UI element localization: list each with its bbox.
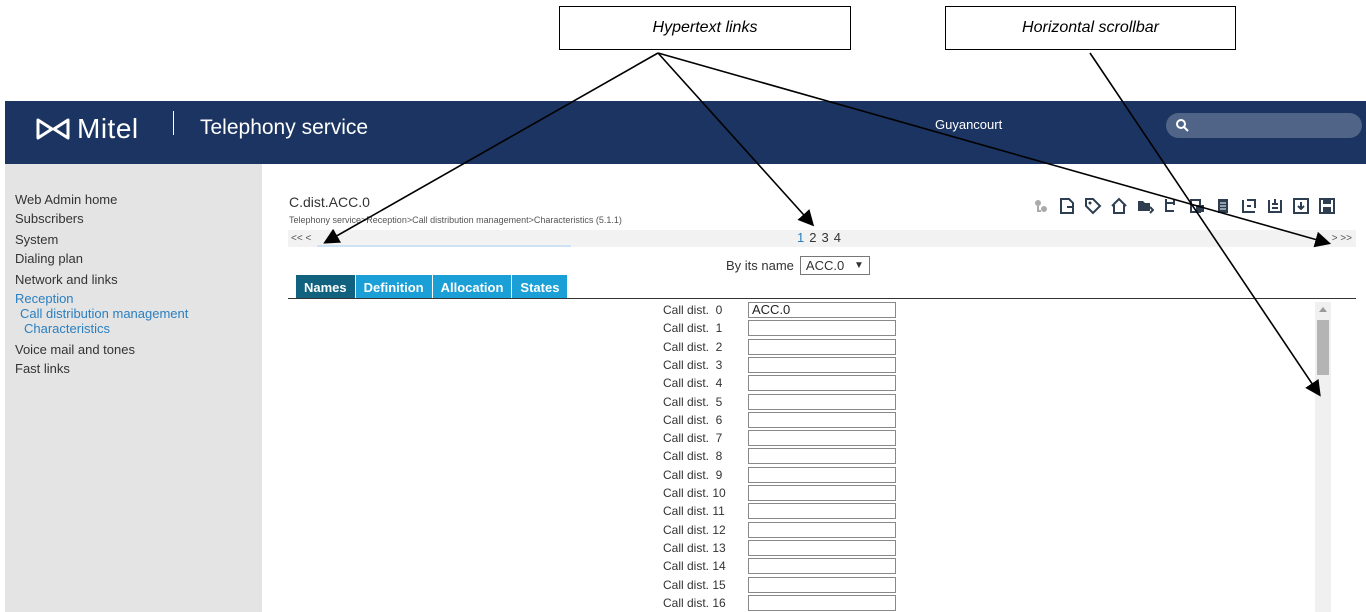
name-input[interactable] [748, 558, 896, 575]
page-link-1[interactable]: 1 [797, 230, 804, 245]
tab-divider [288, 298, 1356, 299]
row-label: Call dist. 9 [663, 467, 723, 482]
row-label: Call dist. 5 [663, 394, 723, 409]
sidebar-item-characteristics[interactable]: Characteristics [24, 321, 110, 336]
download-icon[interactable] [1288, 196, 1314, 216]
row-label: Call dist. 6 [663, 412, 723, 427]
folder-icon[interactable] [1132, 196, 1158, 216]
row-label: Call dist. 14 [663, 559, 726, 574]
tab-bar: Names Definition Allocation States [296, 275, 569, 299]
sidebar-item-call-distribution-management[interactable]: Call distribution management [20, 306, 188, 321]
row-label: Call dist. 13 [663, 540, 726, 555]
save-icon[interactable] [1314, 196, 1340, 216]
swap-icon[interactable] [1236, 196, 1262, 216]
sidebar-item-reception[interactable]: Reception [15, 291, 74, 306]
row-label: Call dist. 16 [663, 595, 726, 610]
page-link-2[interactable]: 2 [809, 230, 816, 245]
breadcrumb[interactable]: Telephony service>Reception>Call distrib… [289, 215, 622, 225]
filter-by-name: By its name ACC.0 ▼ [726, 256, 870, 275]
row-label: Call dist. 12 [663, 522, 726, 537]
annotation-horizontal-scrollbar: Horizontal scrollbar [945, 6, 1236, 50]
name-input[interactable] [748, 356, 896, 373]
chevron-down-icon: ▼ [854, 260, 864, 271]
row-label: Call dist. 2 [663, 339, 723, 354]
tab-names[interactable]: Names [296, 275, 356, 299]
filter-label: By its name [726, 258, 794, 273]
name-input[interactable] [748, 375, 896, 392]
tab-states[interactable]: States [512, 275, 569, 299]
print-icon[interactable] [1184, 196, 1210, 216]
app-header: Mitel Telephony service Guyancourt [5, 101, 1366, 164]
annotation-label: Hypertext links [652, 19, 758, 36]
annotation-hypertext-links: Hypertext links [559, 6, 851, 50]
brand-name: Mitel [77, 113, 139, 144]
name-input[interactable] [748, 576, 896, 593]
name-input[interactable] [748, 485, 896, 501]
document-icon[interactable] [1054, 196, 1080, 216]
row-label: Call dist. 11 [663, 504, 725, 519]
vertical-scrollbar[interactable] [1315, 302, 1331, 612]
name-input[interactable] [748, 448, 896, 465]
row-label: Call dist. 8 [663, 449, 723, 464]
list-icon[interactable] [1210, 196, 1236, 216]
sidebar-item-dialing-plan[interactable]: Dialing plan [15, 251, 83, 266]
scrollbar-thumb[interactable] [1317, 320, 1329, 375]
mitel-logo[interactable]: Mitel [35, 113, 139, 145]
name-select[interactable]: ACC.0 ▼ [799, 256, 870, 275]
name-input[interactable] [748, 320, 896, 337]
scroll-up-icon[interactable] [1319, 307, 1327, 312]
name-input[interactable] [748, 594, 896, 611]
name-input[interactable] [748, 521, 896, 538]
row-label: Call dist. 10 [663, 486, 726, 500]
row-label: Call dist. 3 [663, 357, 723, 372]
row-label: Call dist. 7 [663, 431, 723, 446]
name-input[interactable] [748, 393, 896, 410]
name-input[interactable] [748, 338, 896, 355]
page-links: 1 2 3 4 [797, 230, 841, 245]
name-input[interactable] [748, 411, 896, 428]
search-icon [1176, 119, 1189, 132]
row-label: Call dist. 4 [663, 376, 723, 391]
tab-definition[interactable]: Definition [355, 275, 433, 299]
row-label: Call dist. 1 [663, 321, 723, 336]
sidebar-item-voice-mail-and-tones[interactable]: Voice mail and tones [15, 342, 135, 357]
tree-icon[interactable] [1158, 196, 1184, 216]
row-label: Call dist. 15 [663, 577, 726, 592]
tab-allocation[interactable]: Allocation [432, 275, 513, 299]
sidebar-item-fast-links[interactable]: Fast links [15, 361, 70, 376]
page-link-4[interactable]: 4 [834, 230, 841, 245]
name-input[interactable] [748, 503, 896, 520]
sidebar-nav: Web Admin home Subscribers System Dialin… [5, 164, 262, 612]
name-input[interactable] [748, 466, 896, 483]
page-link-3[interactable]: 3 [821, 230, 828, 245]
scrollbar-thumb[interactable] [317, 245, 571, 247]
row-label: Call dist. 0 [663, 303, 723, 317]
app-title: Telephony service [200, 116, 369, 139]
search-input[interactable] [1166, 113, 1362, 138]
pager-previous-link[interactable]: << < [291, 233, 311, 244]
sidebar-item-network-and-links[interactable]: Network and links [15, 272, 118, 287]
name-input[interactable] [748, 539, 896, 556]
mitel-logo-icon [36, 118, 70, 140]
name-input[interactable]: ACC.0 [748, 302, 896, 318]
home-icon[interactable] [1106, 196, 1132, 216]
annotation-label: Horizontal scrollbar [1022, 19, 1159, 36]
name-input[interactable] [748, 430, 896, 447]
page-title: C.dist.ACC.0 [289, 194, 370, 210]
sidebar-item-web-admin-home[interactable]: Web Admin home [15, 192, 117, 207]
sidebar-item-subscribers[interactable]: Subscribers [15, 211, 84, 226]
site-name[interactable]: Guyancourt [935, 117, 1002, 132]
header-divider [173, 111, 174, 135]
transfer-icon[interactable] [1028, 196, 1054, 216]
pager-next-link[interactable]: > >> [1332, 233, 1352, 244]
toolbar [1028, 196, 1340, 216]
sidebar-item-system[interactable]: System [15, 232, 58, 247]
database-icon[interactable] [1262, 196, 1288, 216]
select-value: ACC.0 [805, 258, 845, 273]
tag-icon[interactable] [1080, 196, 1106, 216]
